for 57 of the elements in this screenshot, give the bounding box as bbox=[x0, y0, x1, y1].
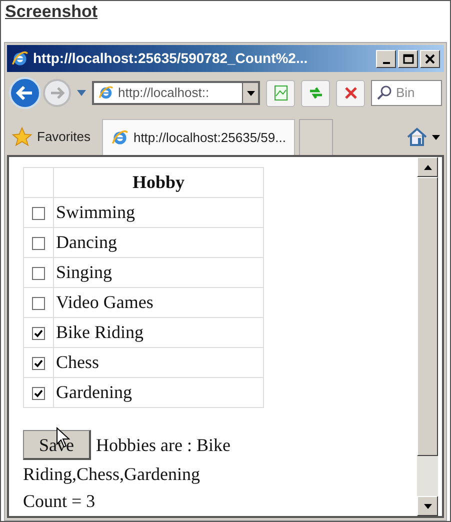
scroll-down-button[interactable] bbox=[417, 496, 438, 516]
refresh-button[interactable] bbox=[301, 80, 330, 106]
close-button[interactable] bbox=[420, 50, 440, 68]
scroll-thumb[interactable] bbox=[417, 177, 438, 456]
home-icon[interactable] bbox=[406, 126, 428, 148]
browser-tab[interactable]: http://localhost:25635/59... bbox=[102, 119, 295, 155]
caret-icon bbox=[246, 90, 254, 96]
checkbox[interactable] bbox=[32, 237, 45, 250]
hobby-label: Bike Riding bbox=[54, 318, 264, 348]
address-field[interactable]: http://localhost:: bbox=[92, 81, 260, 105]
back-arrow-icon bbox=[16, 86, 34, 100]
hobby-label: Video Games bbox=[54, 288, 264, 318]
result-text: Riding,Chess,Gardening bbox=[23, 463, 200, 486]
save-button[interactable]: Save bbox=[23, 430, 91, 460]
search-placeholder: Bin bbox=[396, 84, 415, 102]
checkbox[interactable] bbox=[32, 267, 45, 280]
hobby-label: Chess bbox=[54, 348, 264, 378]
compatibility-button[interactable] bbox=[266, 80, 295, 106]
search-icon bbox=[376, 85, 392, 101]
result-text: Hobbies are : Bike bbox=[96, 434, 230, 457]
down-caret-icon bbox=[424, 504, 432, 508]
maximize-icon bbox=[402, 54, 414, 64]
favorites-label[interactable]: Favorites bbox=[37, 127, 90, 147]
scroll-up-button[interactable] bbox=[417, 157, 438, 177]
search-field[interactable]: Bin bbox=[371, 80, 442, 106]
checkbox[interactable] bbox=[32, 327, 45, 340]
window-title: http://localhost:25635/590782_Count%2... bbox=[33, 49, 308, 68]
browser-logo-icon bbox=[11, 50, 29, 68]
page-icon bbox=[272, 85, 288, 101]
close-icon bbox=[344, 86, 358, 100]
browser-logo-icon bbox=[98, 85, 114, 101]
forward-arrow-icon bbox=[49, 87, 65, 99]
minimize-button[interactable] bbox=[376, 50, 396, 68]
count-text: Count = 3 bbox=[23, 490, 96, 513]
checkbox[interactable] bbox=[32, 387, 45, 400]
maximize-button[interactable] bbox=[398, 50, 418, 68]
hobby-label: Gardening bbox=[54, 378, 264, 408]
back-button[interactable] bbox=[9, 77, 41, 109]
checkbox[interactable] bbox=[32, 207, 45, 220]
browser-logo-icon bbox=[111, 128, 130, 146]
address-dropdown-button[interactable] bbox=[242, 83, 258, 103]
hobby-label: Singing bbox=[54, 258, 264, 288]
hobby-label: Swimming bbox=[54, 198, 264, 228]
dropdown-caret-icon[interactable] bbox=[432, 134, 440, 140]
minimize-icon bbox=[382, 62, 390, 64]
hobby-label: Dancing bbox=[54, 228, 264, 258]
refresh-icon bbox=[308, 85, 324, 101]
star-icon[interactable] bbox=[11, 126, 33, 148]
close-icon bbox=[425, 54, 435, 64]
checkbox[interactable] bbox=[32, 357, 45, 370]
checkbox[interactable] bbox=[32, 297, 45, 310]
page-heading: Screenshot bbox=[5, 2, 98, 21]
up-caret-icon bbox=[424, 164, 432, 170]
scrollbar[interactable] bbox=[417, 157, 438, 516]
stop-button[interactable] bbox=[336, 80, 365, 106]
address-text: http://localhost:: bbox=[118, 84, 210, 102]
column-header: Hobby bbox=[54, 168, 264, 198]
